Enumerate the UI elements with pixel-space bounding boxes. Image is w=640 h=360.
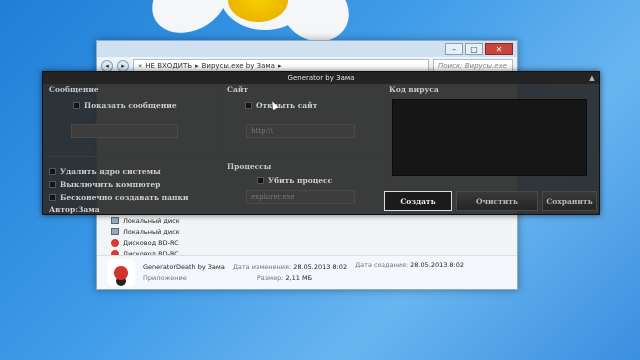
tree-item-label: Дисковод BD-RC <box>123 238 179 247</box>
open-site-checkbox[interactable] <box>245 102 252 109</box>
file-name: GeneratorDeath by Зама <box>143 262 225 271</box>
message-group-header: Сообщение <box>49 85 99 94</box>
tree-item-local-disk[interactable]: Локальный диск <box>111 215 191 226</box>
navigation-tree: Локальный диск Локальный диск Дисковод B… <box>111 215 191 259</box>
generator-dialog: Generator by Зама ▲ Сообщение Показать с… <box>42 71 600 215</box>
drive-icon <box>111 228 119 235</box>
create-button[interactable]: Создать <box>384 191 452 211</box>
tree-item-label: Локальный диск <box>123 216 180 225</box>
collapse-icon[interactable]: ▲ <box>588 74 596 82</box>
created-label: Дата создания: <box>355 261 409 269</box>
site-group-header: Сайт <box>227 85 249 94</box>
explorer-titlebar: – ▢ ✕ <box>97 41 517 57</box>
close-button[interactable]: ✕ <box>485 43 513 55</box>
tree-item-bd-drive[interactable]: Дисковод BD-RC <box>111 237 191 248</box>
breadcrumb-arrow: ▸ <box>195 62 199 70</box>
shutdown-label: Выключить компютер <box>60 180 161 189</box>
show-message-checkbox[interactable] <box>73 102 80 109</box>
drive-icon <box>111 217 119 224</box>
url-field[interactable]: http:\\ <box>246 124 355 138</box>
infinite-folders-option[interactable]: Бесконечно создавать папки <box>49 193 188 202</box>
details-pane: GeneratorDeath by Зама Приложение Дата и… <box>97 255 517 289</box>
divider <box>220 86 221 156</box>
breadcrumb-segment[interactable]: Вирусы.exe by Зама <box>202 62 275 70</box>
application-icon <box>107 258 135 287</box>
file-type: Приложение <box>143 273 187 282</box>
message-text-field[interactable] <box>71 124 178 138</box>
delete-core-option[interactable]: Удалить ядро системы <box>49 167 161 176</box>
kill-process-label: Убить процесс <box>268 176 333 185</box>
size-label: Размер: <box>256 273 284 282</box>
maximize-button[interactable]: ▢ <box>465 43 483 55</box>
open-site-option[interactable]: Открыть сайт <box>245 101 317 110</box>
save-button[interactable]: Сохранить <box>542 191 597 211</box>
divider <box>387 86 388 186</box>
shutdown-option[interactable]: Выключить компютер <box>49 180 160 189</box>
created-value: 28.05.2013 8:02 <box>410 261 465 269</box>
infinite-folders-label: Бесконечно создавать папки <box>60 193 189 202</box>
breadcrumb-arrow: ▸ <box>277 62 282 70</box>
size-value: 2,11 МБ <box>285 273 313 282</box>
tree-item-label: Локальный диск <box>123 227 180 236</box>
breadcrumb-separator: « <box>138 62 143 70</box>
kill-process-checkbox[interactable] <box>257 177 264 184</box>
modified-label: Дата изменения: <box>232 262 292 271</box>
show-message-option[interactable]: Показать сообщение <box>73 101 177 110</box>
kill-process-option[interactable]: Убить процесс <box>257 176 332 185</box>
process-name-field[interactable]: explorer.exe <box>246 190 355 204</box>
code-group-header: Код вируса <box>389 85 439 94</box>
show-message-label: Показать сообщение <box>84 101 177 110</box>
shutdown-checkbox[interactable] <box>49 181 56 188</box>
delete-core-label: Удалить ядро системы <box>60 167 161 176</box>
processes-group-header: Процессы <box>227 162 272 171</box>
clear-button[interactable]: Очистить <box>456 191 538 211</box>
disc-icon <box>111 238 119 247</box>
author-label: Автор:Зама <box>49 205 100 214</box>
divider <box>47 156 387 157</box>
minimize-button[interactable]: – <box>445 43 463 55</box>
dialog-titlebar: Generator by Зама ▲ <box>43 72 599 84</box>
open-site-label: Открыть сайт <box>256 101 318 110</box>
breadcrumb-segment[interactable]: НЕ ВХОДИТЬ <box>145 62 192 70</box>
modified-value: 28.05.2013 8:02 <box>293 262 348 271</box>
virus-code-area[interactable] <box>392 99 587 176</box>
tree-item-local-disk[interactable]: Локальный диск <box>111 226 191 237</box>
infinite-folders-checkbox[interactable] <box>49 194 56 201</box>
delete-core-checkbox[interactable] <box>49 168 56 175</box>
dialog-title: Generator by Зама <box>287 74 355 82</box>
